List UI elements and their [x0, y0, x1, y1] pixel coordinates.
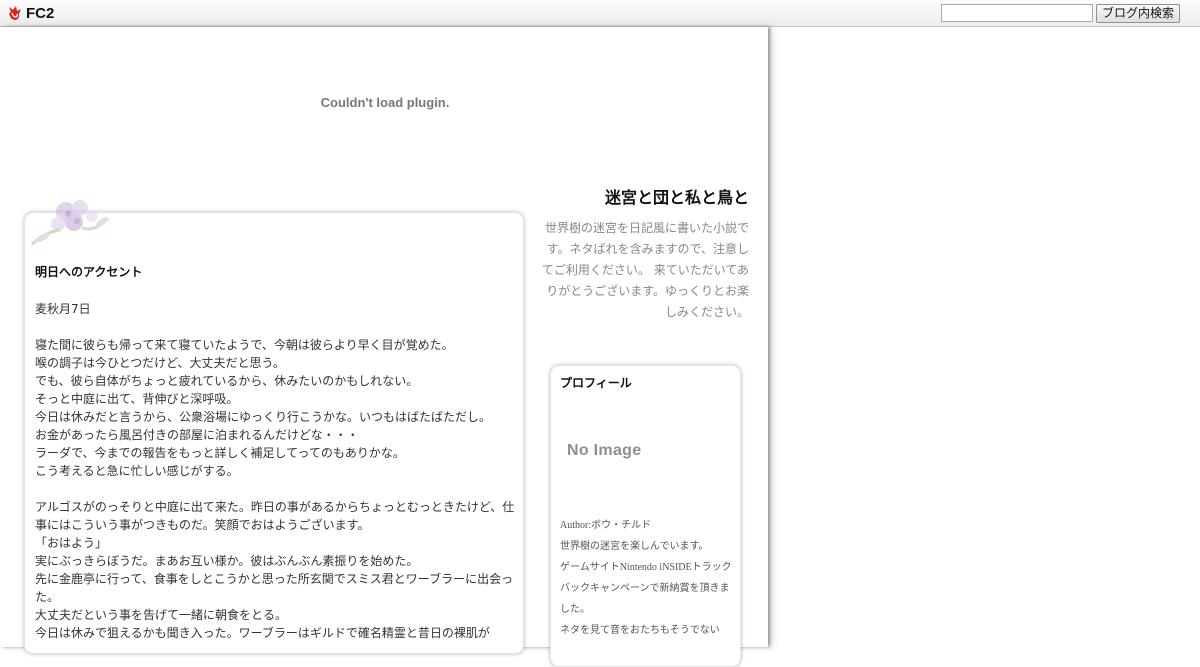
entry-line: 寝た間に彼らも帰って来て寝ていたようで、今朝は彼らより早く目が覚めた。 — [35, 338, 454, 352]
profile-author: Author:ボウ・チルド — [560, 520, 652, 531]
entry-line: アルゴスがのっそりと中庭に出て来た。昨日の事があるからちょっとむっときたけど、仕… — [35, 500, 515, 532]
entry-line: でも、彼ら自体がちょっと疲れているから、休みたいのかもしれない。 — [35, 374, 419, 388]
profile-no-image-placeholder: No Image — [567, 442, 642, 459]
entry-date: 麦秋月7日 — [35, 302, 91, 316]
blog-title[interactable]: 迷宮と団と私と鳥と — [520, 184, 749, 208]
entry-line: 実にぶっきらぼうだ。まあお互い様か。彼はぶんぶん素振りを始めた。 — [35, 554, 419, 568]
plugin-error-message: Couldn't load plugin. — [320, 95, 450, 110]
entry-line: 先に金鹿亭に行って、食事をしとこうかと思った所玄関でスミス君とワーブラーに出会っ… — [35, 572, 514, 604]
entry-line: 「おはよう」 — [35, 536, 108, 550]
blog-search-button[interactable]: ブログ内検索 — [1096, 4, 1180, 23]
profile-line: ゲームサイトNintendo iNSIDEトラックバックキャンペーンで新納賞を頂… — [560, 562, 732, 615]
fc2-fox-logo-icon — [9, 6, 21, 20]
entry-title[interactable]: 明日へのアクセント — [35, 263, 142, 280]
entry-line: 喉の調子は今ひとつだけど、大丈夫だと思う。 — [35, 356, 285, 370]
entry-body: 麦秋月7日 寝た間に彼らも帰って来て寝ていたようで、今朝は彼らより早く目が覚めた… — [35, 300, 517, 642]
fc2-header-bar: FC2 ブログ内検索 — [0, 0, 1200, 27]
entry-line: 今日は休みだと言うから、公衆浴場にゆっくり行こうかな。いつもはばたばただし。 — [35, 410, 492, 424]
profile-line: ネタを見て音をおたちもそうでない — [560, 625, 720, 636]
fc2-logo[interactable]: FC2 — [7, 4, 54, 22]
profile-line: 世界樹の迷宮を楽しんでいます。 — [560, 541, 709, 552]
entry-line: そっと中庭に出て、背伸びと深呼吸。 — [35, 392, 239, 406]
profile-text: Author:ボウ・チルド 世界樹の迷宮を楽しんでいます。 ゲームサイトNint… — [560, 515, 736, 641]
entry-line: 大丈夫だという事を告げて一緒に朝食をとる。 — [35, 608, 288, 622]
blog-description: 世界樹の迷宮を日記風に書いた小説です。ネタばれを含みますので、注意してご利用くだ… — [541, 221, 749, 319]
entry-line: ラーダで、今までの報告をもっと詳しく補足してってのもありかな。 — [35, 446, 405, 460]
blog-search-input[interactable] — [941, 4, 1093, 22]
profile-title: プロフィール — [560, 376, 632, 390]
fc2-logo-text: FC2 — [26, 4, 55, 22]
entry-line: 今日は休みで狙えるかも聞き入った。ワーブラーはギルドで確名精霊と昔日の裸肌が — [35, 626, 490, 640]
entry-line: こう考えると急に忙しい感じがする。 — [35, 464, 239, 478]
flower-decoration-icon — [31, 200, 110, 246]
entry-line: お金があったら風呂付きの部屋に泊まれるんだけどな・・・ — [35, 428, 359, 442]
